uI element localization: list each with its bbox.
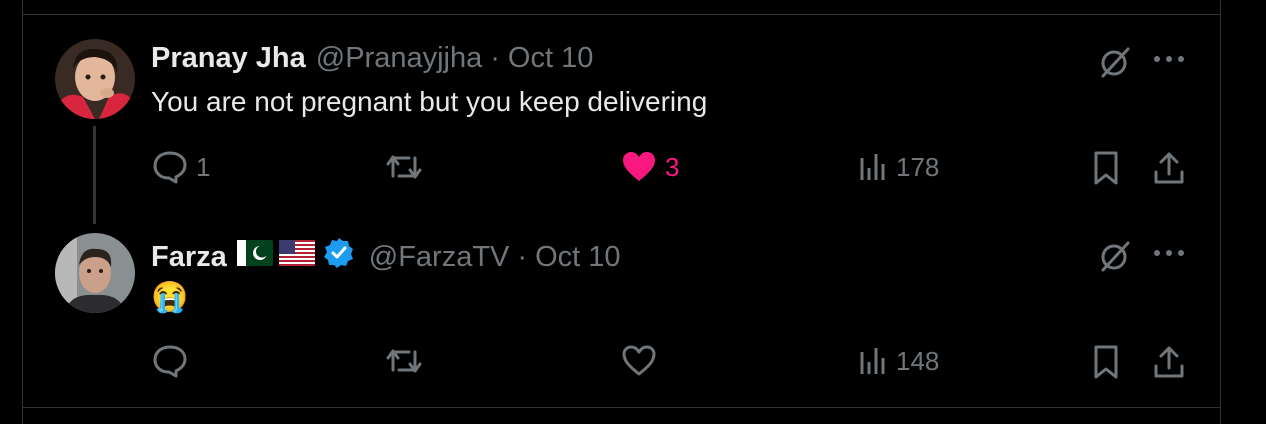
like-button[interactable]: 3 (621, 150, 679, 184)
tweet-text: 😭 (151, 281, 189, 314)
thread-connector (93, 126, 96, 224)
display-name[interactable]: Farza (151, 241, 227, 274)
share-button[interactable] (1152, 150, 1186, 186)
retweet-icon (386, 349, 422, 373)
us-flag-icon (278, 240, 315, 274)
avatar-pranay[interactable] (55, 39, 135, 119)
reply-icon (153, 151, 187, 184)
grok-icon (1101, 47, 1130, 78)
separator-dot: · (517, 240, 528, 273)
grok-icon (1101, 241, 1130, 272)
display-name[interactable]: Pranay Jha (151, 42, 306, 75)
tweet-date[interactable]: Oct 10 (508, 42, 593, 75)
share-icon (1154, 346, 1184, 378)
more-icon (1154, 250, 1184, 256)
bookmark-button[interactable] (1092, 150, 1120, 186)
tweet-2-header: Farza @FarzaTV · Oct 10 (151, 237, 621, 277)
reply-button[interactable] (152, 344, 196, 378)
retweet-button[interactable] (385, 150, 431, 184)
verified-badge-icon[interactable] (323, 237, 355, 277)
pakistan-flag-icon (236, 240, 273, 274)
user-handle[interactable]: @Pranayjjha (316, 42, 482, 75)
views-icon (860, 348, 885, 374)
bookmark-icon (1094, 345, 1118, 379)
retweet-button[interactable] (385, 344, 431, 378)
heart-filled-icon (623, 152, 655, 181)
like-count: 3 (665, 151, 680, 182)
views-button[interactable]: 148 (858, 344, 939, 378)
reply-button[interactable]: 1 (152, 150, 210, 184)
tweet-date[interactable]: Oct 10 (535, 241, 620, 274)
share-button[interactable] (1152, 344, 1186, 380)
views-button[interactable]: 178 (858, 150, 939, 184)
heart-outline-icon (622, 345, 656, 376)
avatar-farza[interactable] (55, 233, 135, 313)
more-icon (1154, 56, 1184, 62)
view-count: 148 (896, 345, 940, 376)
user-handle[interactable]: @FarzaTV (369, 241, 510, 274)
top-border (22, 0, 1221, 14)
more-options-button[interactable] (1152, 44, 1186, 74)
tweet-text: You are not pregnant but you keep delive… (151, 86, 708, 117)
grok-button[interactable] (1097, 238, 1133, 274)
views-icon (860, 154, 885, 180)
reply-count: 1 (196, 151, 211, 182)
tweet-1-header: Pranay Jha @Pranayjjha · Oct 10 (151, 42, 593, 75)
share-icon (1154, 152, 1184, 184)
retweet-icon (386, 155, 422, 179)
view-count: 178 (896, 151, 940, 182)
like-button[interactable] (621, 344, 665, 378)
more-options-button[interactable] (1152, 238, 1186, 268)
separator-dot: · (490, 42, 500, 74)
reply-icon (153, 345, 187, 378)
grok-button[interactable] (1097, 44, 1133, 80)
bookmark-icon (1094, 151, 1118, 185)
bookmark-button[interactable] (1092, 344, 1120, 380)
bottom-border (22, 406, 1221, 424)
